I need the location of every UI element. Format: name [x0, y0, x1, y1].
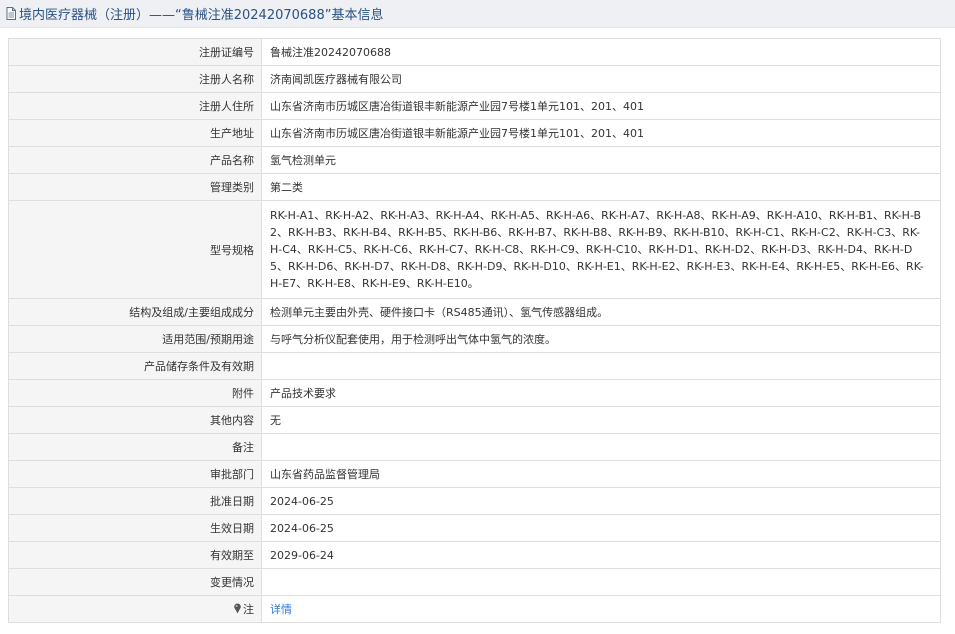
field-value: 检测单元主要由外壳、硬件接口卡（RS485通讯）、氢气传感器组成。	[261, 298, 941, 326]
row-intended-use: 适用范围/预期用途 与呼气分析仪配套使用，用于检测呼出气体中氢气的浓度。	[8, 325, 941, 353]
field-label: 产品名称	[8, 146, 262, 174]
field-label: 适用范围/预期用途	[8, 325, 262, 353]
row-approval-date: 批准日期 2024-06-25	[8, 487, 941, 515]
row-management-category: 管理类别 第二类	[8, 173, 941, 201]
field-value	[261, 568, 941, 596]
field-label: 生效日期	[8, 514, 262, 542]
field-value	[261, 352, 941, 380]
field-value: 与呼气分析仪配套使用，用于检测呼出气体中氢气的浓度。	[261, 325, 941, 353]
field-label: 审批部门	[8, 460, 262, 488]
page-header: 境内医疗器械（注册）——“鲁械注准20242070688”基本信息	[0, 0, 955, 28]
field-value	[261, 433, 941, 461]
note-label: 注	[243, 603, 254, 616]
field-label: 备注	[8, 433, 262, 461]
field-label: 附件	[8, 379, 262, 407]
row-product-name: 产品名称 氢气检测单元	[8, 146, 941, 174]
field-label: 其他内容	[8, 406, 262, 434]
row-production-address: 生产地址 山东省济南市历城区唐冶街道银丰新能源产业园7号楼1单元101、201、…	[8, 119, 941, 147]
row-model-spec: 型号规格 RK-H-A1、RK-H-A2、RK-H-A3、RK-H-A4、RK-…	[8, 200, 941, 299]
note-value-cell: 详情	[261, 595, 941, 623]
field-value: 山东省济南市历城区唐冶街道银丰新能源产业园7号楼1单元101、201、401	[261, 92, 941, 120]
row-expiry-date: 有效期至 2029-06-24	[8, 541, 941, 569]
row-attachment: 附件 产品技术要求	[8, 379, 941, 407]
row-structure: 结构及组成/主要组成成分 检测单元主要由外壳、硬件接口卡（RS485通讯）、氢气…	[8, 298, 941, 326]
field-label: 注册证编号	[8, 38, 262, 66]
field-value: 2024-06-25	[261, 487, 941, 515]
pin-icon	[234, 603, 241, 614]
row-approval-department: 审批部门 山东省药品监督管理局	[8, 460, 941, 488]
field-value: 山东省药品监督管理局	[261, 460, 941, 488]
field-value: 产品技术要求	[261, 379, 941, 407]
note-label-cell: 注	[8, 595, 262, 623]
row-changes: 变更情况	[8, 568, 941, 596]
row-storage: 产品储存条件及有效期	[8, 352, 941, 380]
field-value: 济南闻凯医疗器械有限公司	[261, 65, 941, 93]
field-label: 产品储存条件及有效期	[8, 352, 262, 380]
row-other: 其他内容 无	[8, 406, 941, 434]
row-note: 注 详情	[8, 595, 941, 623]
field-label: 注册人住所	[8, 92, 262, 120]
field-label: 生产地址	[8, 119, 262, 147]
field-value: 2029-06-24	[261, 541, 941, 569]
document-icon	[6, 7, 16, 20]
row-registration-number: 注册证编号 鲁械注准20242070688	[8, 38, 941, 66]
field-label: 变更情况	[8, 568, 262, 596]
field-value: 鲁械注准20242070688	[261, 38, 941, 66]
row-registrant-address: 注册人住所 山东省济南市历城区唐冶街道银丰新能源产业园7号楼1单元101、201…	[8, 92, 941, 120]
row-effective-date: 生效日期 2024-06-25	[8, 514, 941, 542]
field-value: 无	[261, 406, 941, 434]
field-label: 注册人名称	[8, 65, 262, 93]
field-value: 第二类	[261, 173, 941, 201]
field-value: RK-H-A1、RK-H-A2、RK-H-A3、RK-H-A4、RK-H-A5、…	[261, 200, 941, 299]
field-label: 有效期至	[8, 541, 262, 569]
field-value: 氢气检测单元	[261, 146, 941, 174]
info-table: 注册证编号 鲁械注准20242070688 注册人名称 济南闻凯医疗器械有限公司…	[8, 38, 941, 623]
field-value: 2024-06-25	[261, 514, 941, 542]
field-label: 结构及组成/主要组成成分	[8, 298, 262, 326]
row-registrant-name: 注册人名称 济南闻凯医疗器械有限公司	[8, 65, 941, 93]
field-value: 山东省济南市历城区唐冶街道银丰新能源产业园7号楼1单元101、201、401	[261, 119, 941, 147]
field-label: 管理类别	[8, 173, 262, 201]
row-remarks: 备注	[8, 433, 941, 461]
field-label: 批准日期	[8, 487, 262, 515]
page-title: 境内医疗器械（注册）——“鲁械注准20242070688”基本信息	[19, 8, 384, 23]
details-link[interactable]: 详情	[270, 603, 292, 616]
field-label: 型号规格	[8, 200, 262, 299]
